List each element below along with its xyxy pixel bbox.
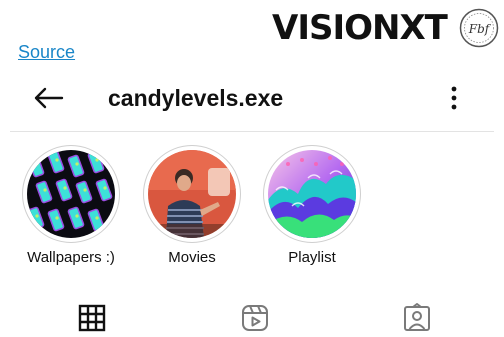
profile-header: candylevels.exe xyxy=(0,78,504,118)
highlight-wallpapers[interactable]: Wallpapers :) xyxy=(16,145,126,267)
highlight-cover-image xyxy=(148,150,236,238)
tab-posts-grid[interactable] xyxy=(74,300,110,336)
highlight-label: Wallpapers :) xyxy=(27,249,115,266)
highlight-cover-image xyxy=(268,150,356,238)
tab-reels[interactable] xyxy=(237,300,273,336)
highlight-label: Movies xyxy=(168,249,216,266)
header-divider xyxy=(10,131,494,132)
highlight-ring xyxy=(22,145,120,243)
tagged-icon xyxy=(404,303,430,331)
reels-icon xyxy=(242,305,268,331)
more-vertical-icon xyxy=(451,86,457,110)
highlight-ring xyxy=(143,145,241,243)
brand-logo: VISIONXT xyxy=(272,8,448,48)
highlight-playlist[interactable]: Playlist xyxy=(257,145,367,267)
back-button[interactable] xyxy=(30,80,66,116)
highlight-cover-image xyxy=(27,150,115,238)
highlight-label: Playlist xyxy=(288,249,336,266)
seal-logo: Fbf xyxy=(459,8,499,48)
profile-username: candylevels.exe xyxy=(108,85,284,111)
options-menu-button[interactable] xyxy=(440,80,468,116)
highlight-ring xyxy=(263,145,361,243)
arrow-left-icon xyxy=(34,87,64,109)
seal-text: Fbf xyxy=(468,22,492,36)
source-link[interactable]: Source xyxy=(18,42,75,63)
grid-icon xyxy=(78,304,106,332)
tab-tagged[interactable] xyxy=(399,300,435,336)
brand-logo-text: VISIONXT xyxy=(272,8,448,48)
highlight-movies[interactable]: Movies xyxy=(137,145,247,267)
